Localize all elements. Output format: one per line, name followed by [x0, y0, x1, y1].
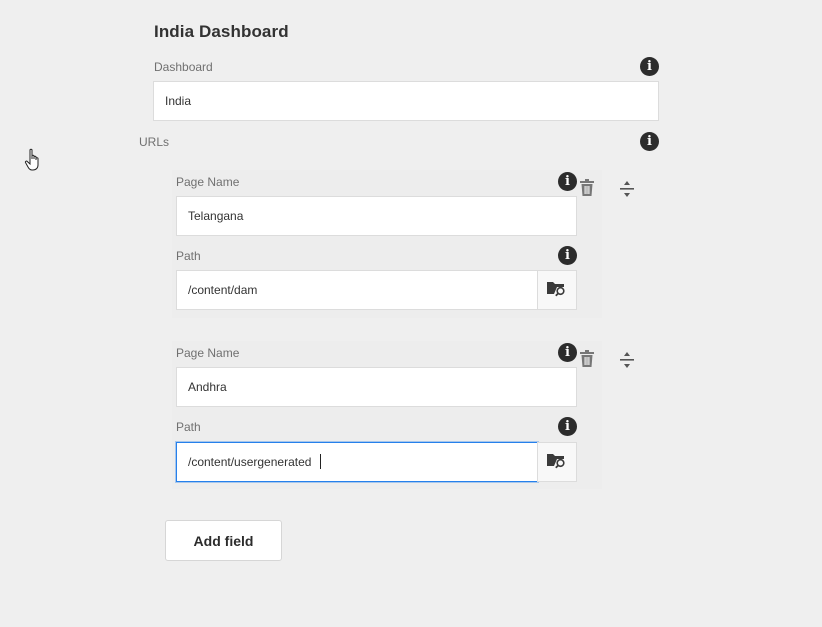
dashboard-label: Dashboard — [154, 60, 213, 74]
trash-icon[interactable] — [578, 178, 596, 198]
dialog-title: India Dashboard — [154, 22, 289, 41]
path-input[interactable] — [176, 270, 538, 310]
folder-search-icon — [546, 451, 568, 474]
hand-pointer-icon — [24, 148, 42, 177]
page-name-label: Page Name — [176, 346, 240, 360]
info-icon[interactable]: i — [558, 417, 577, 436]
dashboard-input[interactable] — [153, 81, 659, 121]
page-name-label: Page Name — [176, 175, 240, 189]
reorder-icon[interactable] — [618, 179, 636, 199]
info-icon[interactable]: i — [640, 57, 659, 76]
page-name-input[interactable] — [176, 367, 577, 407]
browse-button[interactable] — [537, 270, 577, 310]
info-icon[interactable]: i — [558, 246, 577, 265]
text-caret — [320, 454, 321, 469]
path-label: Path — [176, 249, 201, 263]
info-icon[interactable]: i — [558, 343, 577, 362]
info-icon[interactable]: i — [640, 132, 659, 151]
add-field-button[interactable]: Add field — [165, 520, 282, 561]
urls-label: URLs — [139, 135, 170, 149]
reorder-icon[interactable] — [618, 350, 636, 370]
info-icon[interactable]: i — [558, 172, 577, 191]
trash-icon[interactable] — [578, 349, 596, 369]
browse-button[interactable] — [537, 442, 577, 482]
folder-search-icon — [546, 279, 568, 302]
path-label: Path — [176, 420, 201, 434]
page-name-input[interactable] — [176, 196, 577, 236]
path-input[interactable] — [176, 442, 538, 482]
